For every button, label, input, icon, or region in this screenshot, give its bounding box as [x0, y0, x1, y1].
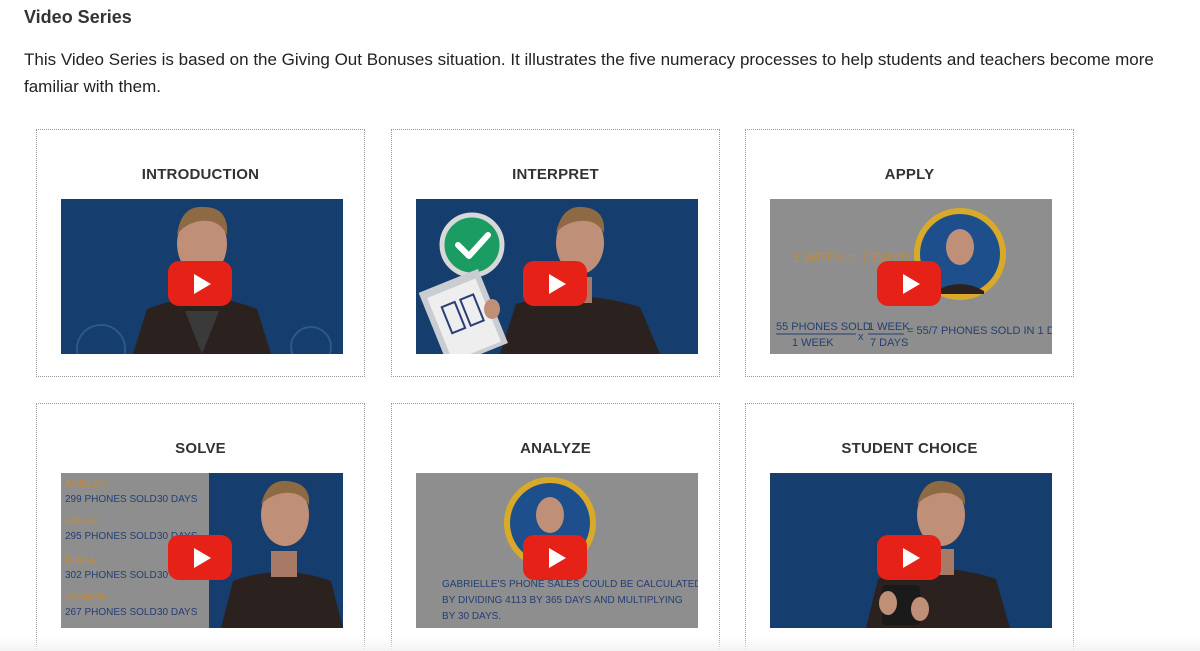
video-card-student-choice: STUDENT CHOICE [745, 403, 1074, 651]
video-thumbnail[interactable] [416, 199, 698, 354]
play-button[interactable] [877, 261, 941, 306]
analyze-overlay-line1: GABRIELLE'S PHONE SALES COULD BE CALCULA… [442, 579, 698, 590]
video-thumbnail[interactable] [770, 473, 1052, 628]
apply-overlay-line5: 7 DAYS [870, 337, 908, 349]
analyze-overlay-line2: BY DIVIDING 4113 BY 365 DAYS AND MULTIPL… [442, 595, 683, 606]
video-title: ANALYZE [520, 440, 591, 457]
solve-sold-3: 302 PHONES SOLD [65, 570, 157, 581]
solve-sold-2: 295 PHONES SOLD [65, 531, 157, 542]
solve-days-3: 30 [157, 570, 169, 581]
play-button[interactable] [877, 535, 941, 580]
solve-name-2: AVERY [65, 516, 98, 527]
video-title: APPLY [884, 166, 935, 183]
video-card-interpret: INTERPRET [391, 129, 720, 377]
bottom-fade [0, 637, 1200, 651]
play-button[interactable] [523, 261, 587, 306]
page: Video Series This Video Series is based … [0, 0, 1200, 651]
video-card-apply: APPLY 1 WEEK = 7 DAYS 55 PHONES SOLD 1 W… [745, 129, 1074, 377]
video-thumbnail[interactable]: 1 WEEK = 7 DAYS 55 PHONES SOLD 1 WEEK x … [770, 199, 1052, 354]
play-button[interactable] [168, 535, 232, 580]
video-thumbnail[interactable] [61, 199, 343, 354]
solve-name-1: AINSLEY [65, 479, 108, 490]
video-card-analyze: ANALYZE GABRIELLE'S PHONE SALES COULD BE… [391, 403, 720, 651]
video-card-solve: SOLVE AINSLEY 299 PHONES SOLD 30 DAYS AV… [36, 403, 365, 651]
section-title: Video Series [24, 7, 132, 27]
play-button[interactable] [168, 261, 232, 306]
apply-overlay-line2: 55 PHONES SOLD [776, 321, 871, 333]
section-intro: This Video Series is based on the Giving… [24, 50, 1154, 96]
solve-days-1: 30 DAYS [157, 494, 198, 505]
solve-name-4: JASMINE [65, 592, 109, 603]
solve-sold-1: 299 PHONES SOLD [65, 494, 157, 505]
solve-days-4: 30 DAYS [157, 607, 198, 618]
video-title: SOLVE [175, 440, 226, 457]
apply-overlay-line3: 1 WEEK [792, 337, 834, 349]
video-card-introduction: INTRODUCTION [36, 129, 365, 377]
svg-text:x: x [858, 331, 864, 343]
play-button[interactable] [523, 535, 587, 580]
video-title: STUDENT CHOICE [841, 440, 978, 457]
video-thumbnail[interactable]: AINSLEY 299 PHONES SOLD 30 DAYS AVERY 29… [61, 473, 343, 628]
analyze-overlay-line3: BY 30 DAYS. [442, 611, 501, 622]
apply-overlay-line6: = 55/7 PHONES SOLD IN 1 DAY [907, 325, 1052, 337]
checkmark-icon [439, 212, 505, 278]
solve-sold-4: 267 PHONES SOLD [65, 607, 157, 618]
video-thumbnail[interactable]: GABRIELLE'S PHONE SALES COULD BE CALCULA… [416, 473, 698, 628]
solve-name-3: DIANA [65, 555, 96, 566]
video-title: INTRODUCTION [141, 166, 260, 183]
apply-overlay-line4: 1 WEEK [868, 321, 910, 333]
video-title: INTERPRET [512, 166, 599, 183]
